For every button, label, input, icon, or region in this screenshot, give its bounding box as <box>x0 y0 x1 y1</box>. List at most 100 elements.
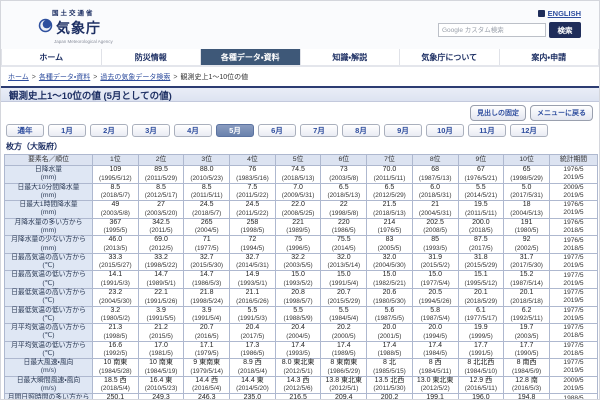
value-cell: 194.8(2018/5) <box>504 394 550 400</box>
month-tab-10月[interactable]: 10月 <box>426 124 464 137</box>
month-tab-9月[interactable]: 9月 <box>384 124 422 137</box>
nav-item-5[interactable]: 案内・申請 <box>499 49 600 65</box>
value-cell: 14.9(1993/5/1) <box>230 271 276 289</box>
value-cell: 31.9(2015/5/2) <box>412 253 458 271</box>
value-cell: 9 東南東(1979/5/14) <box>184 359 230 377</box>
value-cell: 342.5(2011/5) <box>138 218 184 236</box>
period-cell: 1976/52018/5 <box>550 218 598 236</box>
value-cell: 20.8(1998/5/7) <box>275 288 321 306</box>
value-cell: 73(2003/5/8) <box>321 166 367 184</box>
table-row: 月平均気温の低い方から(℃)16.6(1992/5)17.0(1981/5)17… <box>5 341 598 359</box>
value-cell: 68(1987/5/13) <box>412 166 458 184</box>
month-tab-1月[interactable]: 1月 <box>48 124 86 137</box>
col-header-9: 9位 <box>458 155 504 166</box>
month-tab-6月[interactable]: 6月 <box>258 124 296 137</box>
period-cell: 2009/52019/5 <box>550 183 598 201</box>
value-cell: 5.5(1984/5/4) <box>321 306 367 324</box>
period-cell: 2009/52019/5 <box>550 376 598 394</box>
breadcrumb-separator: > <box>173 74 177 81</box>
value-cell: 49(2003/5/8) <box>93 201 139 219</box>
value-cell: 17.0(1981/5) <box>138 341 184 359</box>
value-cell: 8 東南東(1986/5/29) <box>321 359 367 377</box>
value-cell: 15.2(1987/5/14) <box>504 271 550 289</box>
english-link[interactable]: ENGLISH <box>548 9 581 18</box>
month-tab-3月[interactable]: 3月 <box>132 124 170 137</box>
value-cell: 20.2(2000/5) <box>321 324 367 342</box>
value-cell: 31.7(2017/5/30) <box>504 253 550 271</box>
value-cell: 32.7(2014/5/31) <box>230 253 276 271</box>
value-cell: 216.5(2016/5) <box>275 394 321 400</box>
nav-item-3[interactable]: 知識・解説 <box>300 49 400 65</box>
value-cell: 17.4(1989/5) <box>321 341 367 359</box>
value-cell: 22(1998/5/8) <box>321 201 367 219</box>
month-tab-11月[interactable]: 11月 <box>468 124 506 137</box>
english-icon <box>538 10 545 17</box>
value-cell: 21.2(2015/5) <box>138 324 184 342</box>
element-name: 日最大風速・風向(m/s) <box>5 359 93 377</box>
value-cell: 20.0(2001/5) <box>367 324 413 342</box>
month-tab-4月[interactable]: 4月 <box>174 124 212 137</box>
nav-item-2[interactable]: 各種データ・資料 <box>200 49 300 65</box>
element-name: 月平均気温の高い方から(℃) <box>5 324 93 342</box>
back-to-menu-button[interactable]: メニューに戻る <box>530 105 593 121</box>
jma-logo-icon <box>38 18 53 38</box>
value-cell: 20.1(2018/5/29) <box>458 288 504 306</box>
value-cell: 16.4 東(2010/5/23) <box>138 376 184 394</box>
agency-logo[interactable]: 国土交通省 気象庁 Japan Meteorological Agency <box>38 7 113 44</box>
month-tab-7月[interactable]: 7月 <box>300 124 338 137</box>
value-cell: 3.9(1991/5/4) <box>184 306 230 324</box>
col-header-2: 2位 <box>138 155 184 166</box>
value-cell: 14.4 東(2014/5/20) <box>230 376 276 394</box>
value-cell: 74.5(2018/5/13) <box>275 166 321 184</box>
value-cell: 3.9(1991/5/5) <box>138 306 184 324</box>
fix-header-button[interactable]: 見出しの固定 <box>470 105 526 121</box>
breadcrumb-separator: > <box>32 74 36 81</box>
element-name: 日最大1時間降水量(mm) <box>5 201 93 219</box>
value-cell: 87.5(2017/5) <box>458 236 504 254</box>
month-tab-12月[interactable]: 12月 <box>510 124 548 137</box>
element-name: 日最大10分間降水量(mm) <box>5 183 93 201</box>
breadcrumb-separator: > <box>93 74 97 81</box>
breadcrumb-item-0[interactable]: ホーム <box>8 74 29 81</box>
col-header-0: 要素名／順位 <box>5 155 93 166</box>
table-row: 日最高気温の低い方から(℃)14.1(1991/5/3)14.7(1989/5/… <box>5 271 598 289</box>
period-cell: 1977/52019/5 <box>550 253 598 271</box>
value-cell: 17.4(1993/5) <box>275 341 321 359</box>
value-cell: 20.6(1980/5/30) <box>367 288 413 306</box>
page-title: 観測史上1～10位の値 (5月としての値) <box>9 88 172 102</box>
value-cell: 14.7(1989/5/1) <box>138 271 184 289</box>
value-cell: 32.0(2013/5/14) <box>321 253 367 271</box>
nav-item-1[interactable]: 防災情報 <box>101 49 201 65</box>
value-cell: 214(1976/5) <box>367 218 413 236</box>
breadcrumb-item-1[interactable]: 各種データ・資料 <box>39 74 90 81</box>
value-cell: 249.3(2014/5) <box>138 394 184 400</box>
value-cell: 65(1998/5/29) <box>504 166 550 184</box>
value-cell: 14.4 西(2016/5/4) <box>184 376 230 394</box>
table-row: 日最大10分間降水量(mm)8.5(2018/5/7)8.5(2012/5/17… <box>5 183 598 201</box>
element-name: 月降水量の多い方から(mm) <box>5 218 93 236</box>
value-cell: 46.0(2013/5) <box>93 236 139 254</box>
col-header-5: 5位 <box>275 155 321 166</box>
col-header-4: 4位 <box>230 155 276 166</box>
period-cell: 1976/52019/5 <box>550 201 598 219</box>
value-cell: 6.2(1992/5/11) <box>504 306 550 324</box>
records-table: 要素名／順位1位2位3位4位5位6位7位8位9位10位統計期間 日降水量(mm)… <box>4 154 598 400</box>
breadcrumb-item-2[interactable]: 過去の気象データ検索 <box>100 74 170 81</box>
month-tab-5月[interactable]: 5月 <box>216 124 254 137</box>
nav-item-0[interactable]: ホーム <box>1 49 101 65</box>
table-row: 月平均気温の高い方から(℃)21.3(1998/5)21.2(2015/5)20… <box>5 324 598 342</box>
period-cell: 1977/52018/5 <box>550 324 598 342</box>
value-cell: 7.0(2009/5/31) <box>275 183 321 201</box>
value-cell: 13.5 北西(2011/5/30) <box>367 376 413 394</box>
month-tab-2月[interactable]: 2月 <box>90 124 128 137</box>
nav-item-4[interactable]: 気象庁について <box>399 49 499 65</box>
value-cell: 5.5(1991/5/3) <box>230 306 276 324</box>
action-buttons: 見出しの固定 メニューに戻る <box>1 102 599 121</box>
value-cell: 6.5(2018/5/13) <box>321 183 367 201</box>
search-input[interactable] <box>438 23 546 37</box>
value-cell: 12.8 南(2016/5/3) <box>504 376 550 394</box>
month-tab-通年[interactable]: 通年 <box>6 124 44 137</box>
search-button[interactable]: 検索 <box>549 22 581 38</box>
value-cell: 27(2003/5/20) <box>138 201 184 219</box>
month-tab-8月[interactable]: 8月 <box>342 124 380 137</box>
